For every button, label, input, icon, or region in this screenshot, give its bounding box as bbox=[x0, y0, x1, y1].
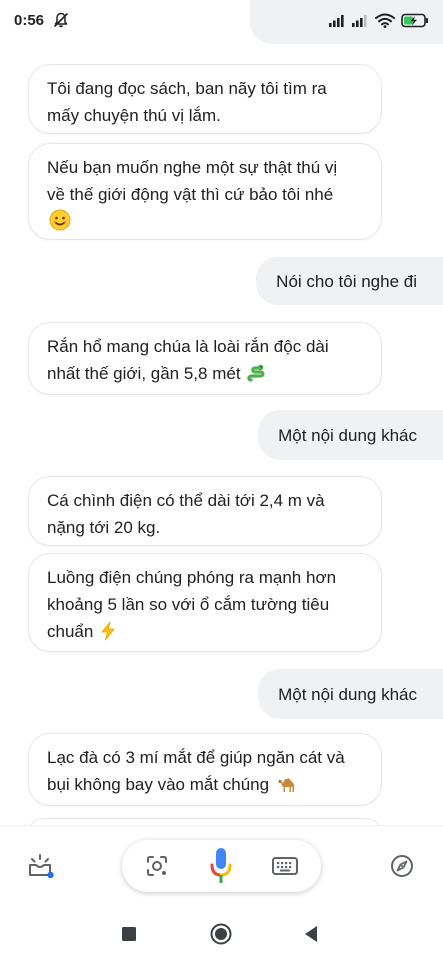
assistant-message: Tôi đang đọc sách, ban nãy tôi tìm ra mấ… bbox=[28, 64, 382, 134]
status-bar: 0:56 bbox=[0, 0, 443, 40]
message-line: Tôi đang đọc sách, ban nãy tôi tìm ra bbox=[47, 79, 327, 98]
conversation-area[interactable]: Tôi đang đọc sách, ban nãy tôi tìm ra mấ… bbox=[0, 0, 443, 825]
assistant-message: Rắn hổ mang chúa là loài rắn độc dài nhấ… bbox=[28, 322, 382, 395]
lens-icon[interactable] bbox=[144, 853, 170, 879]
message-line: nặng tới 20 kg. bbox=[47, 518, 161, 537]
message-text: Nói cho tôi nghe đi bbox=[276, 271, 417, 291]
camel-emoji bbox=[276, 774, 298, 802]
assistant-message: Nếu bạn muốn nghe một sự thật thú vị về … bbox=[28, 143, 382, 240]
recents-square-icon[interactable] bbox=[118, 923, 140, 945]
assistant-message: Luồng điện chúng phóng ra mạnh hơn khoản… bbox=[28, 553, 382, 652]
assistant-message: Lạc đà có 3 mí mắt để giúp ngăn cát và b… bbox=[28, 733, 382, 806]
message-line: khoảng 5 lần so với ổ cắm tường tiêu bbox=[47, 595, 330, 614]
home-circle-icon[interactable] bbox=[208, 921, 234, 947]
back-triangle-icon[interactable] bbox=[300, 923, 322, 945]
message-line: Rắn hổ mang chúa là loài rắn độc dài bbox=[47, 337, 329, 356]
message-line: về thế giới động vật thì cứ bảo tôi nhé bbox=[47, 185, 334, 204]
battery-charging-icon bbox=[401, 13, 429, 28]
wifi-icon bbox=[375, 13, 395, 28]
microphone-icon[interactable] bbox=[206, 846, 236, 888]
user-message: Nói cho tôi nghe đi bbox=[256, 257, 443, 305]
user-message: Một nội dung khác bbox=[258, 410, 443, 460]
message-line: Nếu bạn muốn nghe một sự thật thú vị bbox=[47, 158, 338, 177]
message-line: Luồng điện chúng phóng ra mạnh hơn bbox=[47, 568, 337, 587]
explore-compass-icon[interactable] bbox=[389, 853, 415, 879]
snake-emoji bbox=[247, 363, 267, 391]
snapshot-icon[interactable] bbox=[26, 851, 56, 881]
notifications-off-icon bbox=[52, 11, 70, 29]
message-text: Một nội dung khác bbox=[278, 425, 417, 445]
next-assistant-bubble-partial bbox=[28, 818, 382, 825]
keyboard-icon[interactable] bbox=[270, 853, 300, 879]
message-text: Một nội dung khác bbox=[278, 684, 417, 704]
status-time: 0:56 bbox=[14, 11, 45, 29]
smiling-face-emoji bbox=[49, 209, 71, 239]
message-line: bụi không bay vào mắt chúng bbox=[47, 775, 270, 794]
assistant-action-bar bbox=[0, 825, 443, 905]
user-message: Một nội dung khác bbox=[258, 669, 443, 719]
signal-icon bbox=[352, 13, 369, 27]
lightning-emoji bbox=[100, 621, 116, 649]
system-nav-bar bbox=[0, 905, 443, 960]
message-line: Cá chình điện có thể dài tới 2,4 m và bbox=[47, 491, 325, 510]
message-line: chuẩn bbox=[47, 622, 94, 641]
signal-icon bbox=[329, 13, 346, 27]
message-line: Lạc đà có 3 mí mắt để giúp ngăn cát và bbox=[47, 748, 345, 767]
message-line: nhất thế giới, gần 5,8 mét bbox=[47, 364, 241, 383]
input-mode-pill bbox=[122, 840, 321, 892]
message-line: mấy chuyện thú vị lắm. bbox=[47, 106, 221, 125]
assistant-message: Cá chình điện có thể dài tới 2,4 m và nặ… bbox=[28, 476, 382, 546]
